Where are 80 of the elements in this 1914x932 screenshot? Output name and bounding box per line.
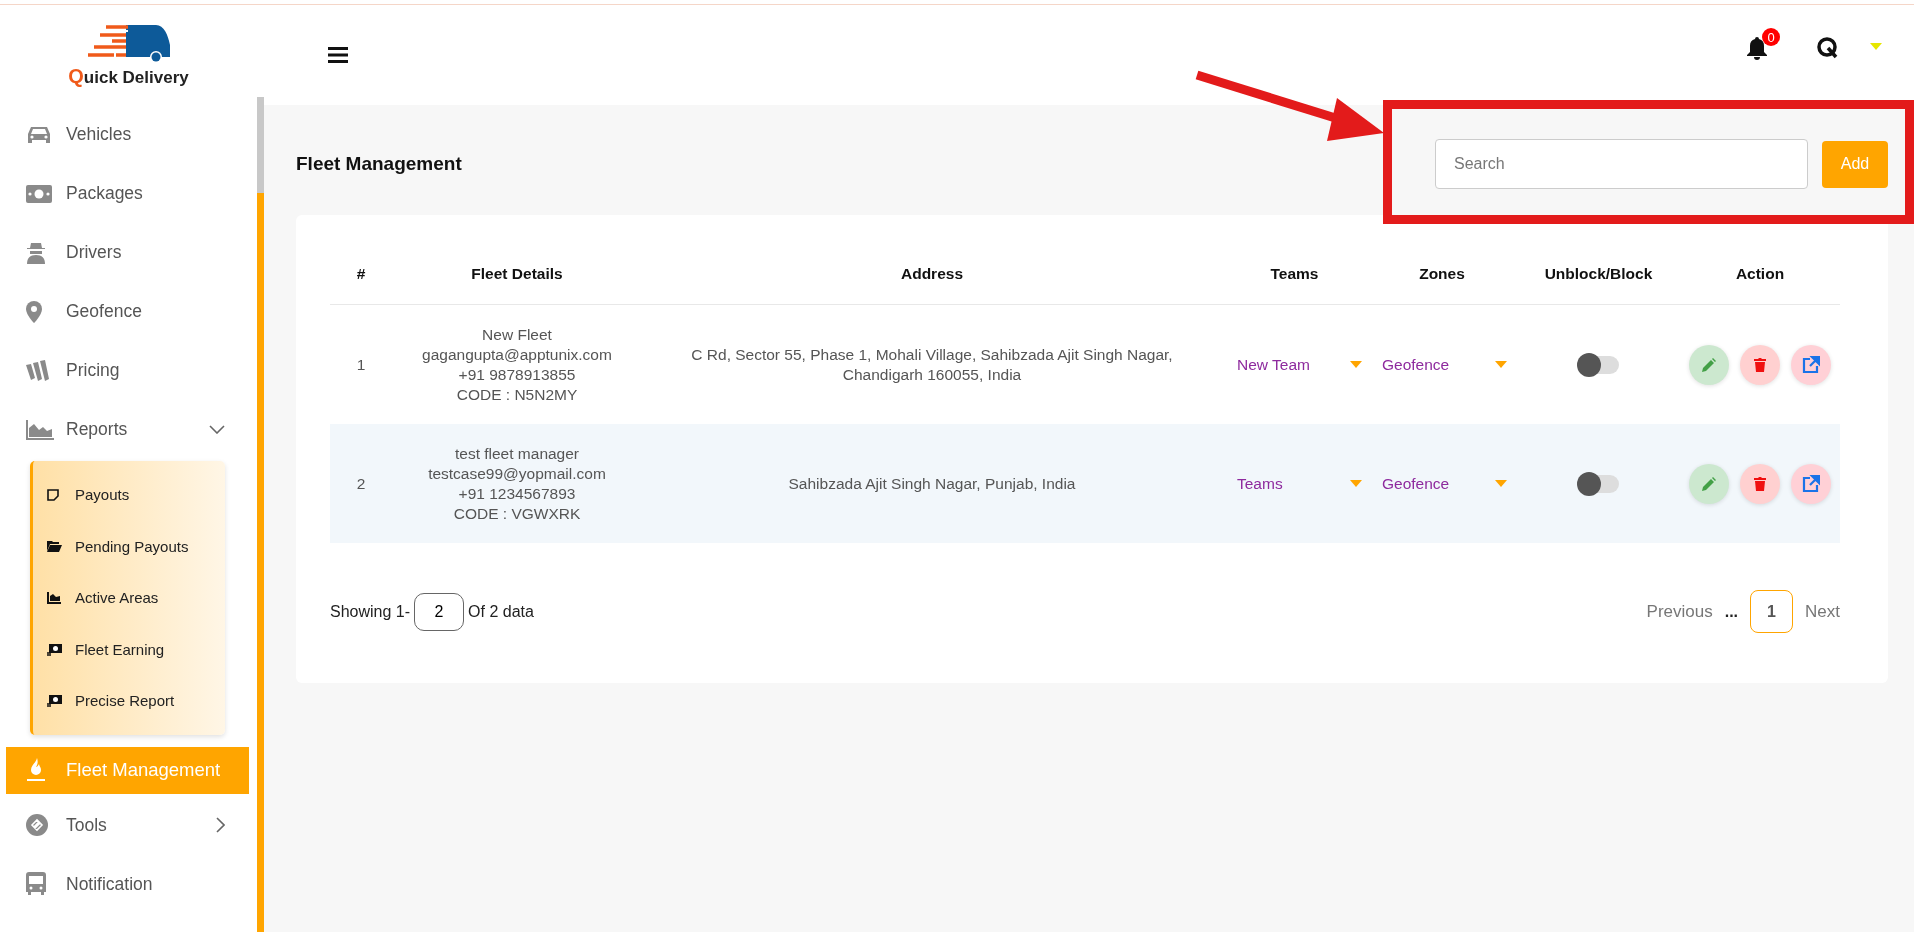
per-page-field[interactable]: 2 bbox=[414, 592, 465, 631]
page-button[interactable]: 1 bbox=[1750, 590, 1794, 633]
open-link-button[interactable] bbox=[1791, 344, 1831, 385]
fleet-details: New Fleet gagangupta@apptunix.com +91 9878913855 CODE : N5N2MY bbox=[421, 324, 613, 405]
submenu-item[interactable]: Precise Report bbox=[33, 675, 225, 727]
row-number: 2 bbox=[356, 474, 366, 492]
caret-icon bbox=[1350, 480, 1362, 487]
ellipsis: ... bbox=[1724, 602, 1739, 621]
brand-name: Quick Delivery bbox=[68, 64, 189, 88]
external-link-icon bbox=[1802, 355, 1820, 374]
showing-label: Showing 1- bbox=[330, 602, 411, 621]
chevron-right-icon bbox=[216, 817, 225, 833]
money-exchange-icon bbox=[47, 642, 63, 656]
caret-icon bbox=[1495, 361, 1507, 368]
bell-icon bbox=[1746, 36, 1768, 60]
delete-button[interactable] bbox=[1740, 463, 1780, 504]
submenu-item[interactable]: Payouts bbox=[33, 469, 225, 521]
block-toggle[interactable] bbox=[1578, 475, 1619, 494]
sidebar-item[interactable]: Notification bbox=[0, 854, 257, 914]
previous-link[interactable]: Previous bbox=[1646, 601, 1713, 622]
notification-badge: 0 bbox=[1762, 28, 1780, 46]
page-title: Fleet Management bbox=[296, 153, 463, 175]
block-toggle[interactable] bbox=[1578, 356, 1619, 375]
money-exchange-icon bbox=[47, 694, 63, 708]
trash-icon bbox=[1754, 476, 1766, 491]
note-icon bbox=[47, 488, 59, 501]
zone-dropdown[interactable]: Geofence bbox=[1382, 355, 1507, 374]
column-header: Zones bbox=[1419, 265, 1465, 282]
price-logo-icon bbox=[26, 359, 50, 382]
pencil-icon bbox=[1702, 476, 1716, 491]
chevron-down-icon bbox=[209, 425, 225, 434]
row-number: 1 bbox=[356, 355, 366, 373]
sidebar-item[interactable]: Drivers bbox=[0, 223, 257, 282]
area-chart-icon bbox=[26, 419, 54, 440]
open-link-button[interactable] bbox=[1791, 463, 1831, 504]
total-label: Of 2 data bbox=[468, 602, 534, 621]
search-field[interactable]: Search bbox=[1435, 139, 1808, 189]
column-header: Action bbox=[1735, 265, 1785, 282]
next-link[interactable]: Next bbox=[1805, 601, 1840, 622]
team-dropdown[interactable]: Teams bbox=[1237, 474, 1362, 493]
submenu-item[interactable]: Active Areas bbox=[33, 572, 225, 624]
tools-icon bbox=[26, 814, 48, 836]
notification-button[interactable]: 0 bbox=[1746, 28, 1780, 60]
submenu-item[interactable]: Fleet Earning bbox=[33, 623, 225, 675]
address-cell-text: Sahibzada Ajit Singh Nagar, Punjab, India bbox=[787, 473, 1077, 494]
team-dropdown[interactable]: New Team bbox=[1237, 355, 1362, 374]
column-header: Teams bbox=[1270, 265, 1319, 282]
pencil-icon bbox=[1702, 357, 1716, 372]
spy-icon bbox=[26, 241, 46, 264]
sidebar-item[interactable]: Vehicles bbox=[0, 105, 257, 164]
column-header: Unblock/Block bbox=[1544, 265, 1653, 282]
fleet-details: test fleet manager testcase99@yopmail.com +91 1234567893 CODE : VGWXRK bbox=[427, 443, 607, 524]
menu-icon[interactable] bbox=[328, 47, 348, 63]
trash-icon bbox=[1754, 357, 1766, 372]
submenu-item[interactable]: Pending Payouts bbox=[33, 520, 225, 572]
caret-icon bbox=[1350, 361, 1362, 368]
sidebar-item[interactable]: Reports bbox=[0, 400, 257, 459]
column-header: Address bbox=[901, 265, 963, 282]
user-avatar[interactable] bbox=[1816, 36, 1840, 60]
zone-dropdown[interactable]: Geofence bbox=[1382, 474, 1507, 493]
map-pin-icon bbox=[26, 300, 42, 323]
banknote-icon bbox=[26, 184, 52, 203]
car-icon bbox=[26, 124, 52, 145]
column-header: Fleet Details bbox=[471, 265, 563, 282]
column-header: # bbox=[356, 265, 366, 282]
delete-button[interactable] bbox=[1740, 344, 1780, 385]
edit-button[interactable] bbox=[1689, 344, 1729, 385]
fire-icon bbox=[26, 758, 46, 782]
sidebar-item[interactable]: Pricing bbox=[0, 341, 257, 400]
sidebar-item[interactable]: Tools bbox=[0, 795, 257, 855]
edit-button[interactable] bbox=[1689, 463, 1729, 504]
caret-icon bbox=[1495, 480, 1507, 487]
bus-icon bbox=[26, 872, 46, 896]
external-link-icon bbox=[1802, 474, 1820, 493]
delivery-van-logo-icon bbox=[85, 22, 172, 63]
address-cell-text: C Rd, Sector 55, Phase 1, Mohali Village, Sahibzada Ajit Singh Nagar, Chandigarh 160055, India bbox=[690, 344, 1174, 385]
area-chart-icon bbox=[47, 591, 61, 604]
folder-icon bbox=[47, 540, 62, 553]
sidebar-item[interactable]: Geofence bbox=[0, 282, 257, 341]
sidebar-item[interactable]: Packages bbox=[0, 164, 257, 223]
